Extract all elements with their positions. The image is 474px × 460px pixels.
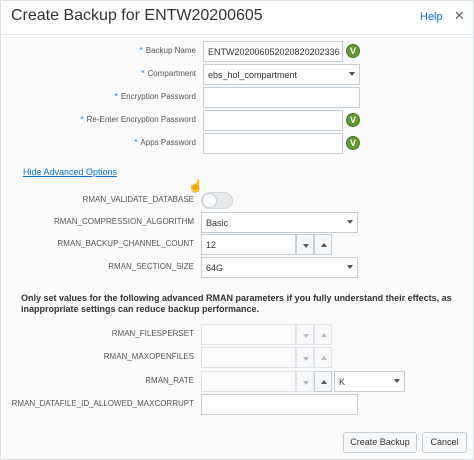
increment-button[interactable]	[314, 234, 332, 255]
hide-advanced-options-link[interactable]: Hide Advanced Options	[23, 167, 117, 177]
section-size-select[interactable]: 64G	[201, 257, 358, 278]
compression-algorithm-label: RMAN_COMPRESSION_ALGORITHM	[53, 217, 194, 226]
rate-label: RMAN_RATE	[145, 376, 194, 385]
chevron-down-icon	[303, 381, 309, 385]
apps-password-field[interactable]	[203, 133, 343, 154]
section-size-row: RMAN_SECTION_SIZE 64G	[1, 257, 471, 279]
decrement-button[interactable]	[296, 371, 314, 392]
increment-button[interactable]	[314, 371, 332, 392]
validate-database-label: RMAN_VALIDATE_DATABASE	[82, 195, 194, 204]
compartment-row: * Compartment ebs_hol_compartment	[3, 64, 473, 86]
help-link[interactable]: Help	[420, 11, 443, 23]
chevron-up-icon	[321, 356, 327, 360]
apps-password-row: * Apps Password V	[3, 133, 473, 155]
advanced-warning-text: Only set values for the following advanc…	[21, 293, 452, 314]
chevron-down-icon	[303, 244, 309, 248]
chevron-down-icon	[347, 220, 353, 224]
backup-channel-count-row: RMAN_BACKUP_CHANNEL_COUNT 12	[1, 234, 471, 256]
increment-button[interactable]	[314, 347, 332, 368]
backup-name-field[interactable]: ENTW20200605202082020233​6	[203, 41, 343, 62]
reenter-encryption-password-row: * Re-Enter Encryption Password V	[3, 110, 473, 132]
chevron-up-icon	[321, 333, 327, 337]
dialog-title: Create Backup for ENTW20200605	[11, 7, 263, 24]
dialog-title-bar: Create Backup for ENTW20200605 Help ✕	[1, 1, 474, 35]
backup-channel-count-field[interactable]: 12	[201, 234, 296, 255]
rate-row: RMAN_RATE K	[1, 371, 471, 393]
filesperset-row: RMAN_FILESPERSET	[1, 324, 471, 346]
validate-database-row: RMAN_VALIDATE_DATABASE	[1, 190, 471, 212]
cancel-button[interactable]: Cancel	[422, 432, 467, 453]
validate-database-toggle[interactable]	[201, 192, 233, 209]
maxopenfiles-row: RMAN_MAXOPENFILES	[1, 347, 471, 369]
chevron-down-icon	[349, 72, 355, 76]
chevron-down-icon	[394, 379, 400, 383]
encryption-password-row: * Encryption Password	[3, 87, 473, 109]
filesperset-field[interactable]	[201, 324, 296, 345]
decrement-button[interactable]	[296, 347, 314, 368]
decrement-button[interactable]	[296, 324, 314, 345]
chevron-down-icon	[347, 265, 353, 269]
toggle-knob	[202, 193, 217, 208]
backup-name-label: * Backup Name	[139, 46, 196, 55]
backup-channel-count-label: RMAN_BACKUP_CHANNEL_COUNT	[57, 239, 194, 248]
create-backup-button[interactable]: Create Backup	[343, 432, 417, 453]
increment-button[interactable]	[314, 324, 332, 345]
encryption-password-field[interactable]	[203, 87, 360, 108]
datafile-id-allowed-maxcorrupt-field[interactable]	[201, 394, 358, 415]
reenter-encryption-password-field[interactable]	[203, 110, 343, 131]
apps-password-label: * Apps Password	[134, 138, 196, 147]
datafile-id-allowed-maxcorrupt-label: RMAN_DATAFILE_ID_ALLOWED_MAXCORRUPT	[11, 399, 194, 408]
compartment-select[interactable]: ebs_hol_compartment	[203, 64, 360, 85]
validate-icon: V	[346, 136, 360, 150]
decrement-button[interactable]	[296, 234, 314, 255]
encryption-password-label: * Encryption Password	[114, 92, 196, 101]
reenter-encryption-password-label: * Re-Enter Encryption Password	[80, 115, 196, 124]
compression-algorithm-row: RMAN_COMPRESSION_ALGORITHM Basic	[1, 212, 471, 234]
compartment-label: * Compartment	[141, 69, 196, 78]
backup-name-row: * Backup Name ENTW20200605202082020233​6 …	[3, 41, 473, 63]
required-mark: *	[139, 46, 143, 55]
chevron-down-icon	[303, 334, 309, 338]
validate-icon: V	[346, 44, 360, 58]
create-backup-dialog: Create Backup for ENTW20200605 Help ✕ * B…	[0, 0, 474, 460]
chevron-down-icon	[303, 357, 309, 361]
section-size-label: RMAN_SECTION_SIZE	[108, 262, 194, 271]
datafile-id-allowed-maxcorrupt-row: RMAN_DATAFILE_ID_ALLOWED_MAXCORRUPT	[1, 394, 471, 416]
rate-field[interactable]	[201, 371, 296, 392]
maxopenfiles-label: RMAN_MAXOPENFILES	[103, 352, 194, 361]
maxopenfiles-field[interactable]	[201, 347, 296, 368]
chevron-up-icon	[321, 243, 327, 247]
rate-unit-select[interactable]: K	[334, 371, 405, 392]
compression-algorithm-select[interactable]: Basic	[201, 212, 358, 233]
chevron-up-icon	[321, 380, 327, 384]
validate-icon: V	[346, 113, 360, 127]
filesperset-label: RMAN_FILESPERSET	[111, 329, 194, 338]
close-icon[interactable]: ✕	[454, 8, 465, 24]
